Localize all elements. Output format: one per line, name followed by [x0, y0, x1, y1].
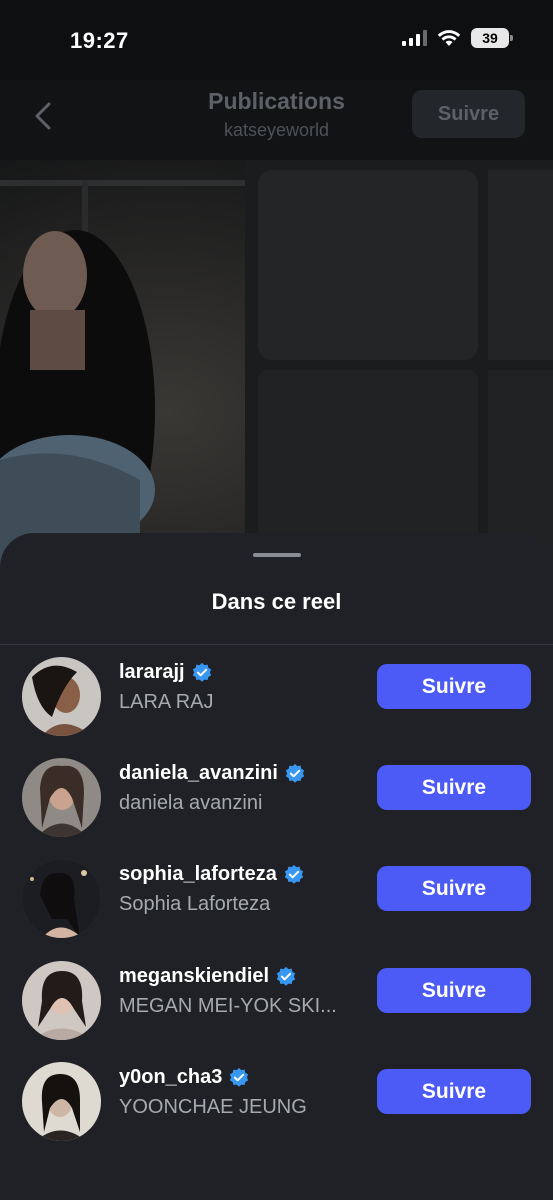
list-item[interactable]: meganskiendiel MEGAN MEI-YOK SKI... Suiv… [0, 955, 553, 1055]
full-name: daniela avanzini [119, 792, 263, 814]
full-name: LARA RAJ [119, 691, 214, 713]
reel-video[interactable] [0, 160, 553, 580]
verified-badge-icon [276, 966, 296, 986]
verified-badge-icon [230, 1067, 249, 1087]
header-follow-button[interactable]: Suivre [412, 90, 525, 138]
avatar[interactable] [22, 657, 101, 736]
full-name: Sophia Laforteza [119, 893, 271, 915]
follow-button[interactable]: Suivre [377, 765, 531, 810]
full-name: MEGAN MEI-YOK SKI... [119, 995, 337, 1017]
username[interactable]: sophia_laforteza [119, 863, 277, 886]
list-item[interactable]: y0on_cha3 YOONCHAE JEUNG Suivre [0, 1056, 553, 1156]
list-item[interactable]: lararajj LARA RAJ Suivre [0, 651, 553, 751]
full-name: YOONCHAE JEUNG [119, 1096, 307, 1118]
username[interactable]: lararajj [119, 661, 185, 684]
username[interactable]: y0on_cha3 [119, 1066, 222, 1089]
battery-icon: 39 [471, 28, 513, 48]
list-item[interactable]: sophia_laforteza Sophia Laforteza Suivre [0, 853, 553, 953]
top-navigation: Publications katseyeworld Suivre [0, 80, 553, 160]
verified-badge-icon [284, 864, 303, 884]
video-frame [0, 160, 553, 580]
clock: 19:27 [70, 28, 129, 53]
user-info: y0on_cha3 YOONCHAE JEUNG [119, 1066, 307, 1119]
user-info: meganskiendiel MEGAN MEI-YOK SKI... [119, 965, 337, 1018]
user-info: lararajj LARA RAJ [119, 661, 213, 714]
status-icons: 39 [402, 28, 513, 48]
list-item[interactable]: daniela_avanzini daniela avanzini Suivre [0, 752, 553, 852]
status-bar: 19:27 39 [0, 0, 553, 80]
bottom-sheet: Dans ce reel lararajj LARA RAJ Suivre da… [0, 533, 553, 1200]
follow-button[interactable]: Suivre [377, 664, 531, 709]
follow-button[interactable]: Suivre [377, 968, 531, 1013]
username[interactable]: meganskiendiel [119, 965, 269, 988]
avatar[interactable] [22, 961, 101, 1040]
avatar[interactable] [22, 859, 101, 938]
avatar[interactable] [22, 758, 101, 837]
verified-badge-icon [285, 763, 305, 783]
verified-badge-icon [192, 662, 211, 682]
signal-icon [402, 30, 427, 46]
user-info: sophia_laforteza Sophia Laforteza [119, 863, 305, 916]
follow-button[interactable]: Suivre [377, 866, 531, 911]
divider [0, 644, 553, 645]
wifi-icon [437, 30, 461, 46]
avatar[interactable] [22, 1062, 101, 1141]
username[interactable]: daniela_avanzini [119, 762, 278, 785]
sheet-grabber[interactable] [253, 553, 301, 557]
sheet-title: Dans ce reel [211, 589, 342, 614]
user-info: daniela_avanzini daniela avanzini [119, 762, 306, 815]
follow-button[interactable]: Suivre [377, 1069, 531, 1114]
